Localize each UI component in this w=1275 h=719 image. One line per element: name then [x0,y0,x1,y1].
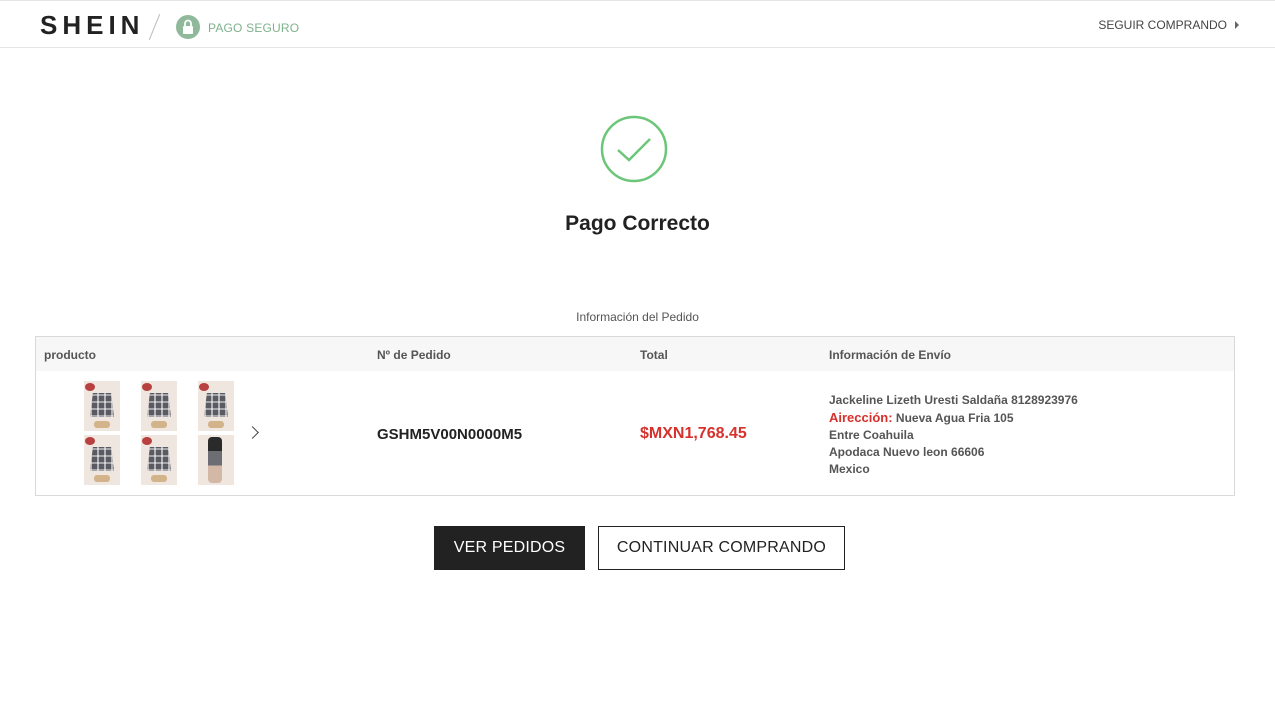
continue-shopping-button[interactable]: CONTINUAR COMPRANDO [598,526,845,570]
shein-logo[interactable]: SHEIN [40,10,144,41]
product-image-detail [151,475,167,482]
header-order-number: Nº de Pedido [377,348,451,362]
product-thumbnail-model[interactable] [198,435,234,485]
lock-icon [176,15,200,39]
product-image-detail [208,437,222,483]
product-image-detail [90,393,114,417]
product-image-detail [204,393,228,417]
page-title: Pago Correcto [565,212,710,235]
product-image-detail [94,475,110,482]
order-total: $MXN1,768.45 [640,425,747,442]
continue-shopping-link[interactable]: SEGUIR COMPRANDO [1098,18,1227,32]
view-orders-button[interactable]: VER PEDIDOS [434,526,585,570]
address-line-3: Apodaca Nuevo leon 66606 [829,445,985,459]
shipping-name-phone: Jackeline Lizeth Uresti Saldaña 81289239… [829,393,1078,407]
product-image-detail [90,447,114,471]
product-image-detail [147,393,171,417]
order-table-header: producto Nº de Pedido Total Información … [36,337,1234,371]
header-product: producto [44,348,96,362]
address-line-1: Nueva Agua Fria 105 [895,411,1014,425]
product-thumbnail[interactable] [84,435,120,485]
logo-divider [148,13,161,41]
caret-right-icon[interactable] [1235,21,1239,29]
address-country: Mexico [829,462,870,476]
product-image-detail [85,383,95,391]
product-image-detail [199,383,209,391]
shipping-info: Jackeline Lizeth Uresti Saldaña 81289239… [829,392,1078,478]
product-image-detail [142,437,152,445]
order-table: producto Nº de Pedido Total Información … [35,336,1235,496]
product-thumbnail[interactable] [84,381,120,431]
secure-payment-label: PAGO SEGURO [208,21,300,35]
product-image-detail [94,421,110,428]
address-line-2: Entre Coahuila [829,428,914,442]
product-thumbnail[interactable] [141,435,177,485]
order-number: GSHM5V00N0000M5 [377,426,523,443]
order-info-title: Información del Pedido [576,310,699,324]
product-image-detail [151,421,167,428]
header-total: Total [640,348,668,362]
product-image-detail [208,421,224,428]
header-shipping: Información de Envío [829,348,952,362]
product-image-detail [85,437,95,445]
shipping-address-line: Airección: Nueva Agua Fria 105 [829,409,1078,427]
address-label: Airección: [829,410,893,425]
product-thumbnail[interactable] [141,381,177,431]
top-header: SHEIN PAGO SEGURO SEGUIR COMPRANDO [0,0,1275,48]
chevron-right-icon[interactable] [246,426,259,439]
product-thumbnail[interactable] [198,381,234,431]
check-circle-icon [600,115,668,183]
product-image-detail [147,447,171,471]
product-image-detail [142,383,152,391]
